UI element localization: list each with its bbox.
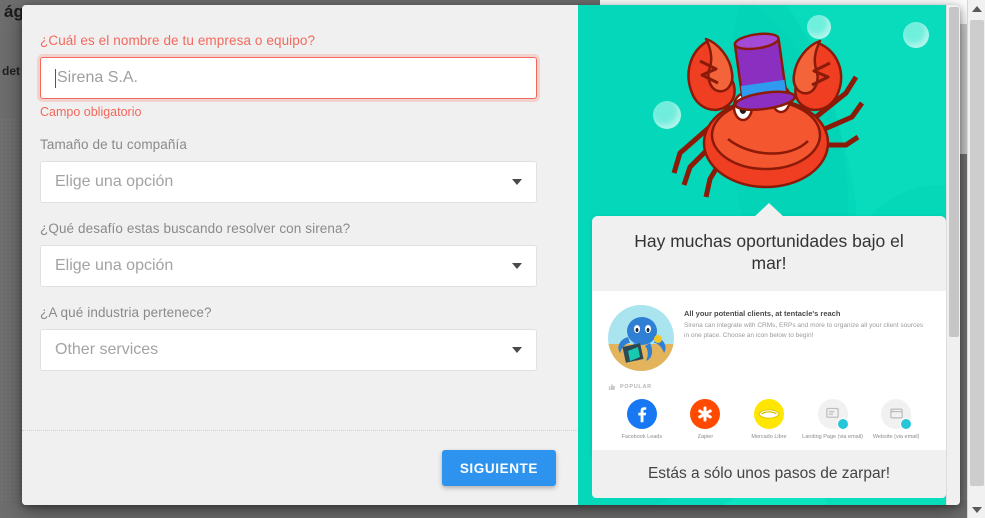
- integration-label: Facebook Leads: [621, 433, 663, 440]
- modal-scrollbar-thumb[interactable]: [949, 7, 959, 337]
- integration-label: Zapier: [697, 433, 714, 440]
- integration-landing-page[interactable]: Landing Page (via email): [801, 398, 865, 441]
- promo-panel: Hay muchas oportunidades bajo el mar! Al…: [578, 5, 960, 505]
- integration-mercado-libre[interactable]: Mercado Libre: [737, 398, 801, 441]
- next-button[interactable]: SIGUIENTE: [441, 450, 556, 486]
- integration-hero-body: Sirena can integrate with CRMs, ERPs and…: [684, 321, 924, 339]
- integration-website[interactable]: Website (via email): [864, 398, 928, 441]
- email-badge-icon: [900, 417, 913, 430]
- bubble-icon: [903, 22, 929, 48]
- scroll-down-button[interactable]: [968, 501, 985, 518]
- promo-footer-text: Estás a sólo unos pasos de zarpar!: [592, 450, 946, 498]
- industry-select[interactable]: Other services: [40, 329, 537, 371]
- octopus-icon: [618, 316, 666, 363]
- integration-label: Mercado Libre: [751, 433, 787, 440]
- landing-page-icon: [817, 398, 849, 430]
- website-icon: [881, 398, 913, 430]
- window-scrollbar-thumb[interactable]: [970, 20, 984, 486]
- triangle-down-icon: [972, 506, 982, 513]
- company-name-placeholder: Sirena S.A.: [57, 69, 138, 86]
- onboarding-modal: ¿Cuál es el nombre de tu empresa o equip…: [22, 5, 960, 505]
- integration-label: Landing Page (via email): [802, 433, 863, 440]
- chevron-down-icon: [512, 347, 522, 353]
- field-company-name: ¿Cuál es el nombre de tu empresa o equip…: [40, 33, 558, 119]
- window-scrollbar[interactable]: [967, 0, 985, 518]
- integration-facebook-leads[interactable]: Facebook Leads: [610, 398, 674, 441]
- popular-label: POPULAR: [620, 383, 652, 390]
- promo-card-body: All your potential clients, at tentacle'…: [592, 290, 946, 459]
- form-scroll-area: ¿Cuál es el nombre de tu empresa o equip…: [22, 5, 578, 430]
- company-size-select[interactable]: Elige una opción: [40, 161, 537, 203]
- field-challenge-label: ¿Qué desafío estas buscando resolver con…: [40, 221, 351, 236]
- chevron-down-icon: [512, 263, 522, 269]
- integration-hero-title: All your potential clients, at tentacle'…: [684, 308, 841, 318]
- field-challenge: ¿Qué desafío estas buscando resolver con…: [40, 221, 558, 287]
- chevron-down-icon: [512, 179, 522, 185]
- integration-hero-text: All your potential clients, at tentacle'…: [684, 305, 930, 341]
- thumbs-up-icon: [608, 383, 616, 390]
- field-industry: ¿A qué industria pertenece? Other servic…: [40, 305, 558, 371]
- company-name-input[interactable]: Sirena S.A.: [40, 57, 537, 99]
- popular-section-header: POPULAR: [606, 377, 932, 395]
- company-size-value: Elige una opción: [55, 173, 174, 190]
- challenge-value: Elige una opción: [55, 257, 174, 274]
- promo-headline: Hay muchas oportunidades bajo el mar!: [592, 216, 946, 291]
- mercado-libre-icon: [753, 398, 784, 429]
- form-footer: SIGUIENTE: [22, 431, 578, 505]
- field-company-size-label: Tamaño de tu compañía: [40, 137, 187, 152]
- integration-zapier[interactable]: Zapier: [674, 398, 738, 441]
- field-company-size: Tamaño de tu compañía Elige una opción: [40, 137, 558, 203]
- integration-hero-row: All your potential clients, at tentacle'…: [606, 303, 932, 377]
- onboarding-form-panel: ¿Cuál es el nombre de tu empresa o equip…: [22, 5, 578, 505]
- facebook-icon: [626, 398, 657, 429]
- zapier-icon: [690, 398, 721, 429]
- field-industry-label: ¿A qué industria pertenece?: [40, 305, 212, 320]
- integration-label: Website (via email): [872, 433, 920, 440]
- email-badge-icon: [836, 417, 849, 430]
- scroll-up-button[interactable]: [968, 0, 985, 17]
- challenge-select[interactable]: Elige una opción: [40, 245, 537, 287]
- octopus-illustration: [608, 304, 674, 371]
- industry-value: Other services: [55, 341, 159, 358]
- crab-mascot-illustration: [640, 21, 890, 211]
- text-caret: [55, 68, 56, 88]
- field-company-name-label: ¿Cuál es el nombre de tu empresa o equip…: [40, 33, 316, 48]
- triangle-up-icon: [972, 5, 982, 12]
- integrations-list: Facebook Leads Zapier Mercado Libre Land…: [606, 395, 932, 449]
- modal-scrollbar[interactable]: [946, 5, 960, 505]
- promo-card: Hay muchas oportunidades bajo el mar! Al…: [592, 216, 946, 459]
- crab-icon: [671, 32, 865, 198]
- card-pointer-arrow: [754, 203, 784, 217]
- company-name-error-message: Campo obligatorio: [40, 105, 142, 119]
